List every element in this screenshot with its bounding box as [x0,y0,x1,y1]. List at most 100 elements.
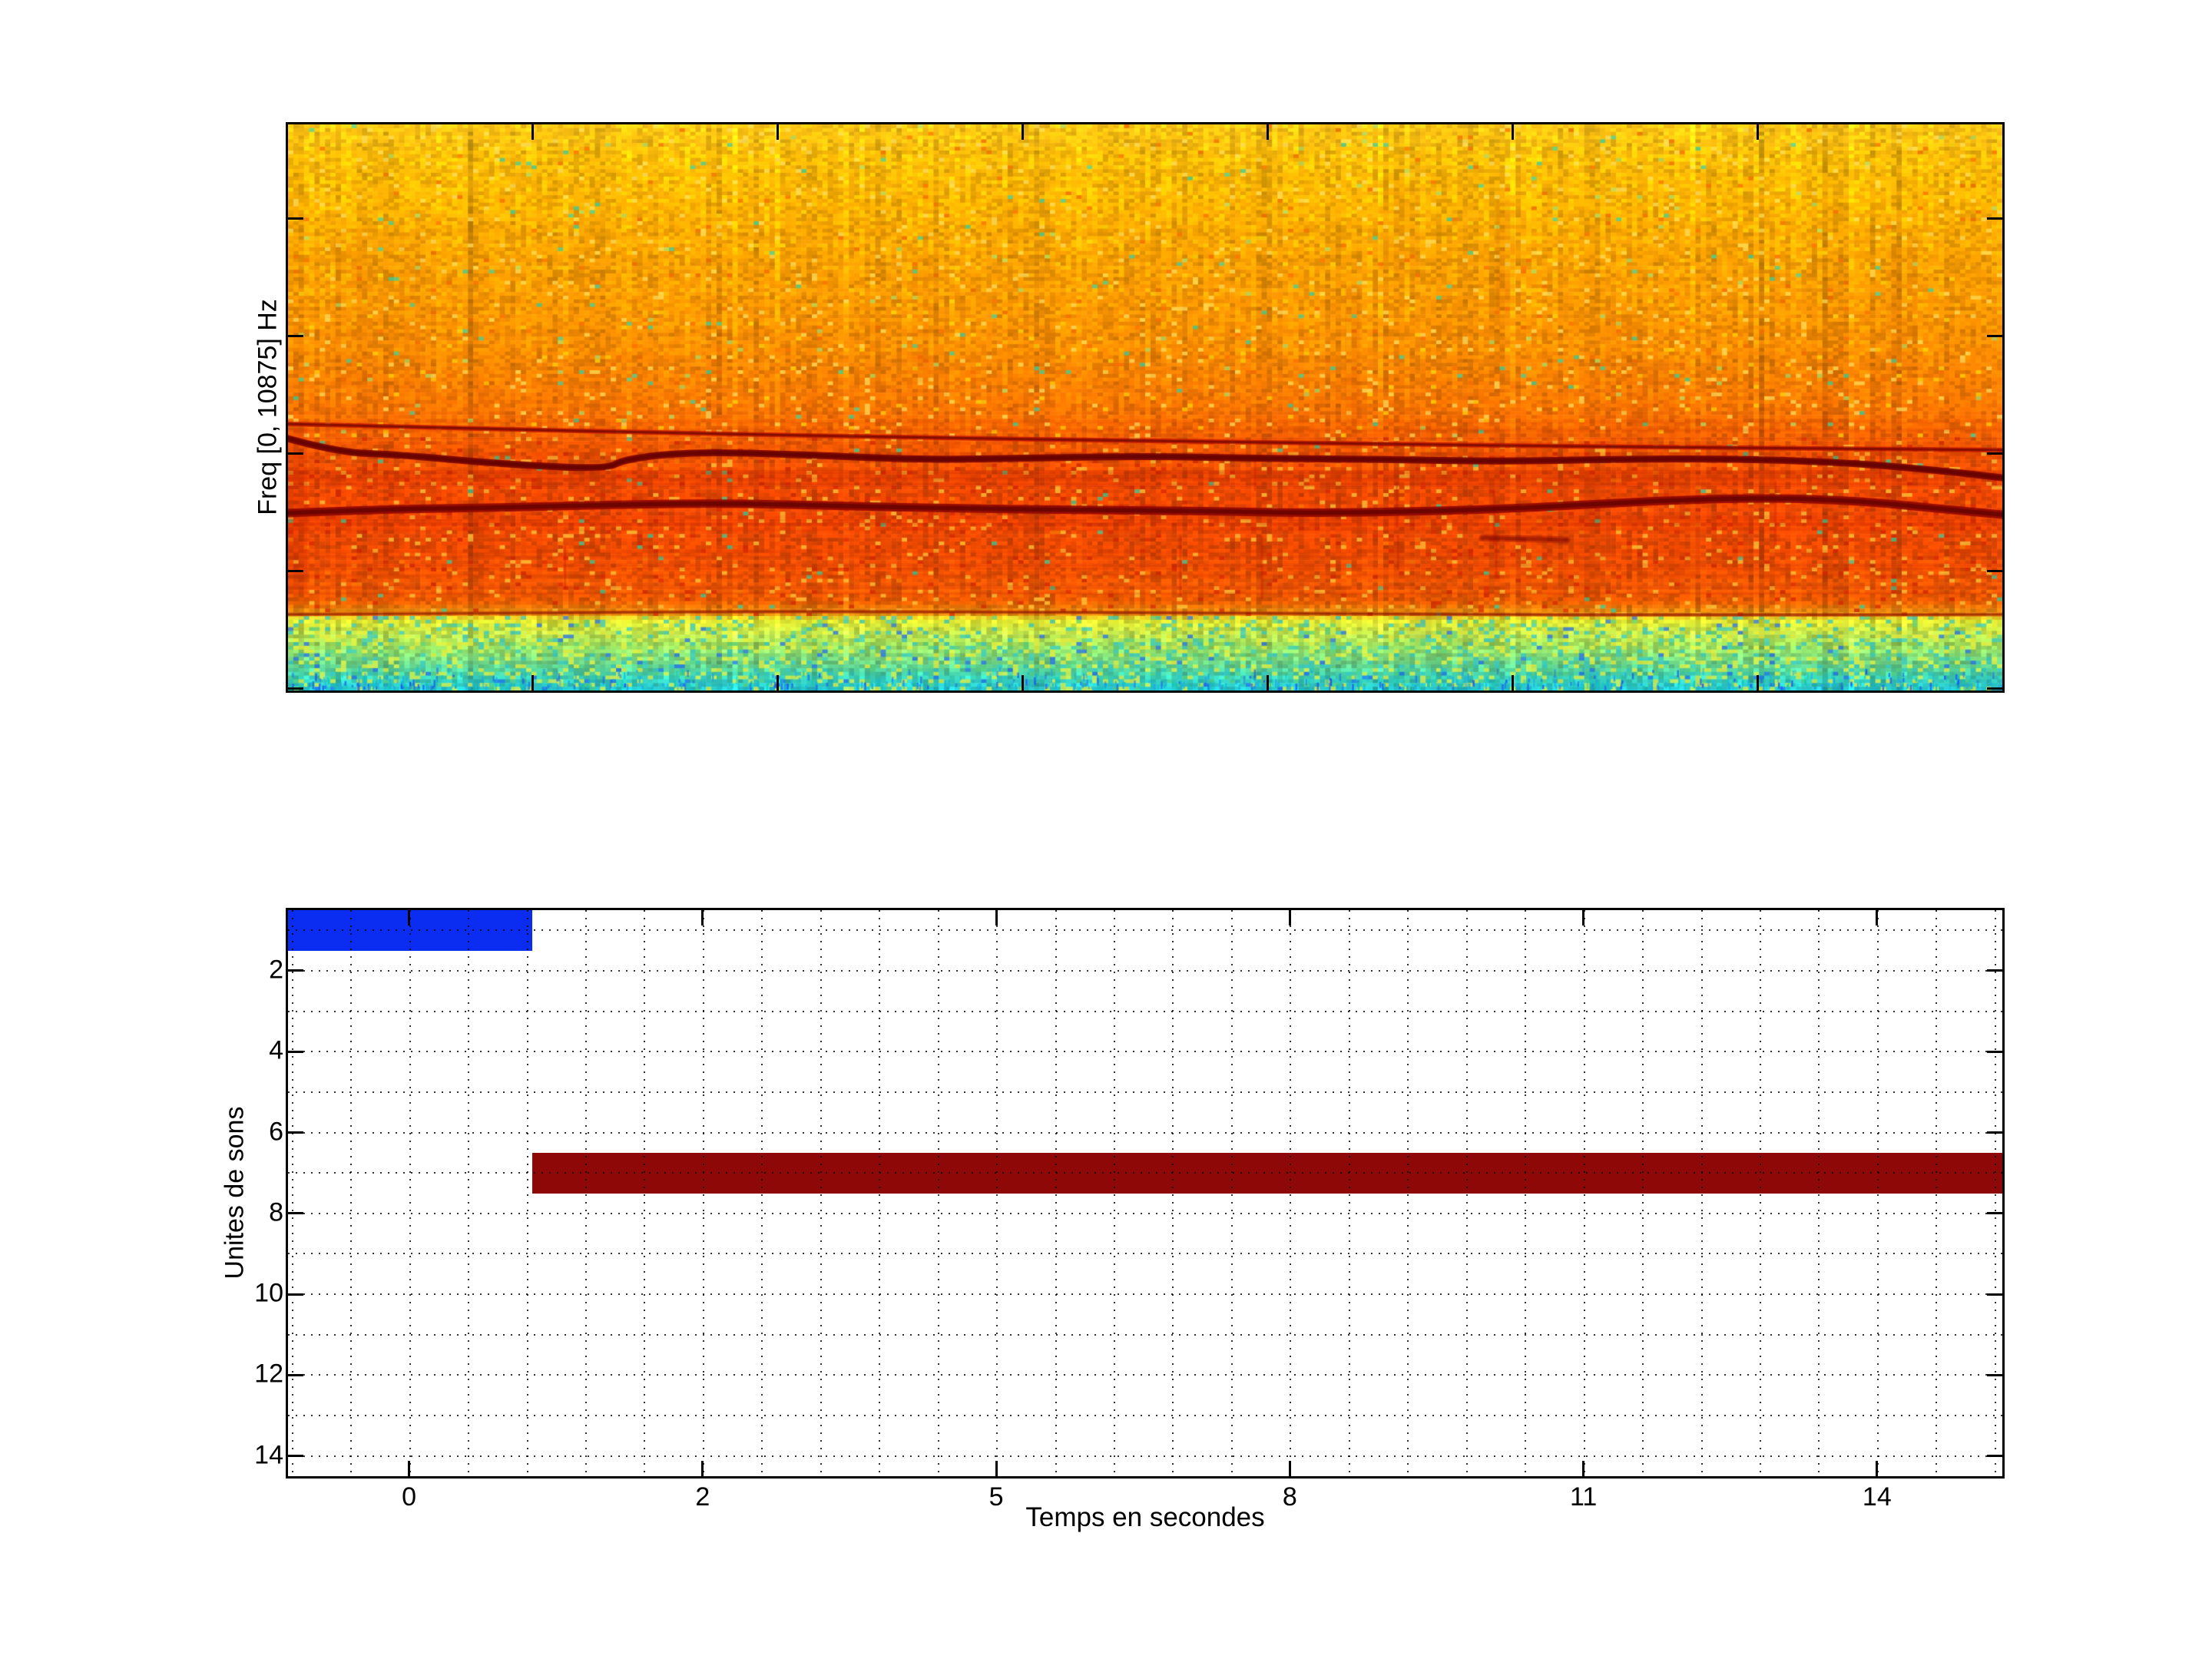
gridline-x [1759,910,1761,1476]
spectrogram-image [288,124,2002,690]
tick-mark [1987,1373,2002,1376]
gridline-y [288,1212,2002,1214]
y-tick-label: 10 [254,1278,283,1308]
activity-panel [286,908,2005,1479]
gridline-x [291,910,293,1476]
gridline-x [1114,910,1115,1476]
tick-mark [1021,675,1024,690]
matlab-figure: Freq [0, 10875] Hz Unites de sons Temps … [0,0,2212,1659]
y-tick-label: 14 [254,1440,283,1470]
x-tick-label: 14 [1862,1482,1892,1512]
gridline-x [1172,910,1174,1476]
x-tick-label: 2 [695,1482,710,1512]
tick-mark [1987,1050,2002,1053]
tick-mark [1987,452,2002,455]
tick-mark [1511,124,1514,140]
spectrogram-ylabel: Freq [0, 10875] Hz [253,299,283,515]
tick-mark [531,675,534,690]
tick-mark [288,1212,303,1215]
gridline-y [288,1131,2002,1134]
x-tick-label: 8 [1282,1482,1297,1512]
tick-mark [1987,569,2002,572]
tick-mark [288,687,303,690]
tick-mark [288,569,303,572]
tick-mark [288,217,303,220]
tick-mark [1987,217,2002,220]
tick-mark [776,675,779,690]
y-tick-label: 4 [269,1035,283,1065]
gridline-y [288,1010,2002,1012]
gridline-x [1348,910,1350,1476]
gridline-y [288,1333,2002,1336]
gridline-x [1876,910,1879,1476]
gridline-y [288,1415,2002,1417]
gridline-x [820,910,822,1476]
tick-mark [1876,910,1879,926]
tick-mark [1756,675,1759,690]
tick-mark [531,124,534,140]
tick-mark [1987,969,2002,972]
tick-mark [776,124,779,140]
tick-mark [1582,1461,1585,1476]
tick-mark [701,1461,704,1476]
tick-mark [1987,1293,2002,1296]
tick-mark [1021,124,1024,140]
gridline-y [288,1051,2002,1053]
gridline-x [1642,910,1644,1476]
tick-mark [1987,1212,2002,1215]
gridline-x [350,910,353,1476]
gridline-x [937,910,939,1476]
tick-mark [288,452,303,455]
x-tick-label: 0 [402,1482,417,1512]
tick-mark [288,1293,303,1296]
x-tick-label: 11 [1569,1482,1598,1512]
gridline-x [1818,910,1820,1476]
gridline-y [288,1253,2002,1255]
tick-mark [1266,675,1269,690]
gridline-x [1994,910,1996,1476]
tick-mark [995,910,998,926]
gridline-x [1700,910,1703,1476]
tick-mark [288,1373,303,1376]
gridline-x [1465,910,1468,1476]
gridline-x [702,910,704,1476]
gridline-x [1407,910,1409,1476]
y-tick-label: 8 [269,1197,283,1227]
tick-mark [1987,687,2002,690]
gridline-x [644,910,646,1476]
gridline-x [761,910,763,1476]
tick-mark [995,1461,998,1476]
gridline-x [1936,910,1938,1476]
tick-mark [288,1131,303,1134]
tick-mark [1987,1131,2002,1134]
gridline-x [584,910,587,1476]
gridline-x [996,910,998,1476]
gridline-x [1055,910,1057,1476]
tick-mark [288,969,303,972]
gridline-y [288,1172,2002,1174]
tick-mark [288,1455,303,1458]
tick-mark [288,1050,303,1053]
y-tick-label: 12 [254,1359,283,1389]
gridline-x [468,910,470,1476]
gridline-x [526,910,528,1476]
gridline-x [1290,910,1292,1476]
tick-mark [1756,124,1759,140]
gridline-y [288,1293,2002,1296]
spectrogram-panel [286,122,2005,693]
gridline-x [409,910,411,1476]
gridline-y [288,969,2002,972]
gridline-x [1583,910,1585,1476]
gridline-y [288,1455,2002,1457]
tick-mark [408,910,411,926]
tick-mark [1876,1461,1879,1476]
tick-mark [1987,334,2002,337]
y-tick-label: 2 [269,955,283,985]
activity-xlabel: Temps en secondes [1025,1502,1265,1532]
tick-mark [408,1461,411,1476]
gridline-x [1525,910,1527,1476]
y-tick-label: 6 [269,1117,283,1147]
gridline-x [1230,910,1233,1476]
tick-mark [1511,675,1514,690]
gridline-y [288,929,2002,932]
